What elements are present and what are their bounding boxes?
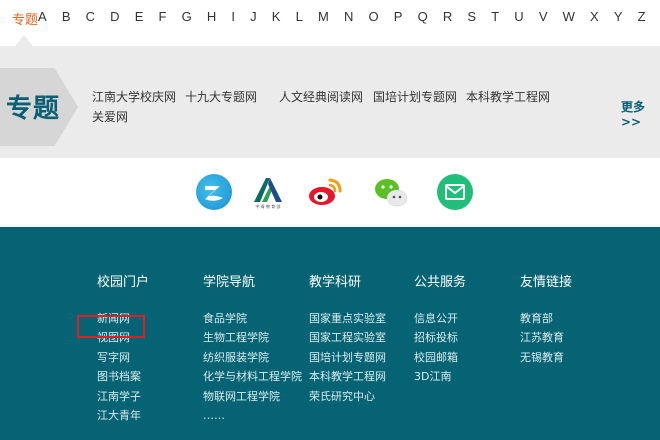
- footer-link[interactable]: 教育部: [520, 309, 572, 328]
- footer-link[interactable]: 3D江南: [414, 367, 466, 386]
- footer-link[interactable]: 国家重点实验室: [309, 309, 386, 328]
- alpha-letter[interactable]: U: [514, 9, 523, 24]
- topic-link-congress[interactable]: 十九大专题网: [185, 88, 257, 105]
- topic-link-reading[interactable]: 人文经典阅读网: [279, 88, 363, 105]
- alpha-letter[interactable]: J: [250, 9, 257, 24]
- footer-link[interactable]: 化学与材料工程学院: [203, 367, 302, 386]
- footer-column-title: 公共服务: [414, 275, 467, 290]
- alpha-letter[interactable]: I: [231, 9, 235, 24]
- footer-link[interactable]: 物联网工程学院: [203, 387, 302, 406]
- alphabet-letter-list: A B C D E F G H I J K L M N O P Q R S T …: [38, 9, 660, 24]
- footer-column-title: 友情链接: [520, 275, 573, 290]
- footer-link[interactable]: 江南学子: [97, 387, 149, 406]
- alpha-letter[interactable]: B: [62, 9, 71, 24]
- footer-link[interactable]: 本科教学工程网: [309, 367, 386, 386]
- footer-link[interactable]: 信息公开: [414, 309, 466, 328]
- footer-link[interactable]: 新闻网: [97, 309, 149, 328]
- alpha-letter[interactable]: V: [539, 9, 548, 24]
- topic-link-training[interactable]: 国培计划专题网: [373, 88, 457, 105]
- alpha-letter[interactable]: E: [135, 9, 144, 24]
- footer-column-title: 校园门户: [97, 275, 150, 290]
- footer-link[interactable]: 写字网: [97, 348, 149, 367]
- footer-link[interactable]: 无锡教育: [520, 348, 572, 367]
- weibo-icon[interactable]: [307, 174, 343, 210]
- footer-link[interactable]: 招标投标: [414, 328, 466, 347]
- footer: 校园门户 新闻网 视图网 写字网 图书档案 江南学子 江大青年 学院导航 食品学…: [0, 227, 660, 440]
- footer-link[interactable]: 国家工程实验室: [309, 328, 386, 347]
- active-tab-pointer: [15, 35, 33, 46]
- mail-icon[interactable]: [437, 174, 473, 210]
- footer-link[interactable]: 校园邮箱: [414, 348, 466, 367]
- wechat-icon[interactable]: [373, 174, 409, 210]
- alpha-letter[interactable]: A: [38, 9, 47, 24]
- alpha-letter[interactable]: Z: [638, 9, 646, 24]
- alpha-letter[interactable]: P: [394, 9, 403, 24]
- footer-link[interactable]: 纺织服装学院: [203, 348, 302, 367]
- topic-link-anniversary[interactable]: 江南大学校庆网: [92, 88, 176, 105]
- alpha-letter[interactable]: K: [272, 9, 281, 24]
- topic-link-undergrad[interactable]: 本科教学工程网: [466, 88, 550, 105]
- footer-column-friends: 友情链接 教育部 江苏教育 无锡教育: [520, 271, 572, 367]
- alpha-letter[interactable]: N: [344, 9, 353, 24]
- topic-badge-label: 专题: [6, 94, 61, 124]
- footer-link[interactable]: 江苏教育: [520, 328, 572, 347]
- app-logo-icon[interactable]: [196, 174, 232, 210]
- alpha-letter[interactable]: H: [207, 9, 216, 24]
- footer-link[interactable]: 食品学院: [203, 309, 302, 328]
- alpha-letter[interactable]: W: [563, 9, 575, 24]
- alpha-letter[interactable]: G: [182, 9, 192, 24]
- footer-column-title: 学院导航: [203, 275, 256, 290]
- logo-caption: 中 青 教 育 部: [255, 203, 280, 209]
- footer-link[interactable]: 荣氏研究中心: [309, 387, 386, 406]
- footer-link[interactable]: 视图网: [97, 328, 149, 347]
- topics-panel: 专题 江南大学校庆网 十九大专题网 人文经典阅读网 国培计划专题网 本科教学工程…: [0, 46, 660, 158]
- education-bureau-logo-icon[interactable]: 中 青 教 育 部: [250, 174, 286, 210]
- footer-column-title: 教学科研: [309, 275, 362, 290]
- alpha-letter[interactable]: D: [110, 9, 119, 24]
- footer-link[interactable]: 图书档案: [97, 367, 149, 386]
- alpha-letter[interactable]: X: [590, 9, 599, 24]
- topic-link-care[interactable]: 关爱网: [92, 108, 128, 125]
- alpha-letter[interactable]: O: [369, 9, 379, 24]
- alpha-letter[interactable]: C: [86, 9, 95, 24]
- alpha-letter[interactable]: R: [443, 9, 452, 24]
- alpha-letter[interactable]: L: [296, 9, 303, 24]
- footer-column-services: 公共服务 信息公开 招标投标 校园邮箱 3D江南: [414, 271, 466, 387]
- alpha-active-topic[interactable]: 专题: [12, 9, 38, 28]
- alpha-letter[interactable]: M: [318, 9, 329, 24]
- alphabet-bar: 专题 A B C D E F G H I J K L M N O P Q R S…: [0, 0, 660, 36]
- topic-badge: 专题: [0, 68, 78, 146]
- alpha-letter[interactable]: S: [467, 9, 476, 24]
- footer-column-campus: 校园门户 新闻网 视图网 写字网 图书档案 江南学子 江大青年: [97, 271, 149, 425]
- alpha-letter[interactable]: Q: [418, 9, 428, 24]
- alpha-letter[interactable]: F: [159, 9, 167, 24]
- alpha-letter[interactable]: Y: [614, 9, 623, 24]
- footer-link[interactable]: 江大青年: [97, 406, 149, 425]
- footer-column-colleges: 学院导航 食品学院 生物工程学院 纺织服装学院 化学与材料工程学院 物联网工程学…: [203, 271, 302, 425]
- alpha-letter[interactable]: T: [491, 9, 499, 24]
- footer-column-research: 教学科研 国家重点实验室 国家工程实验室 国培计划专题网 本科教学工程网 荣氏研…: [309, 271, 386, 406]
- footer-link[interactable]: 国培计划专题网: [309, 348, 386, 367]
- more-topics-link[interactable]: 更多>>: [621, 98, 660, 129]
- footer-link[interactable]: ……: [203, 406, 302, 425]
- footer-link[interactable]: 生物工程学院: [203, 328, 302, 347]
